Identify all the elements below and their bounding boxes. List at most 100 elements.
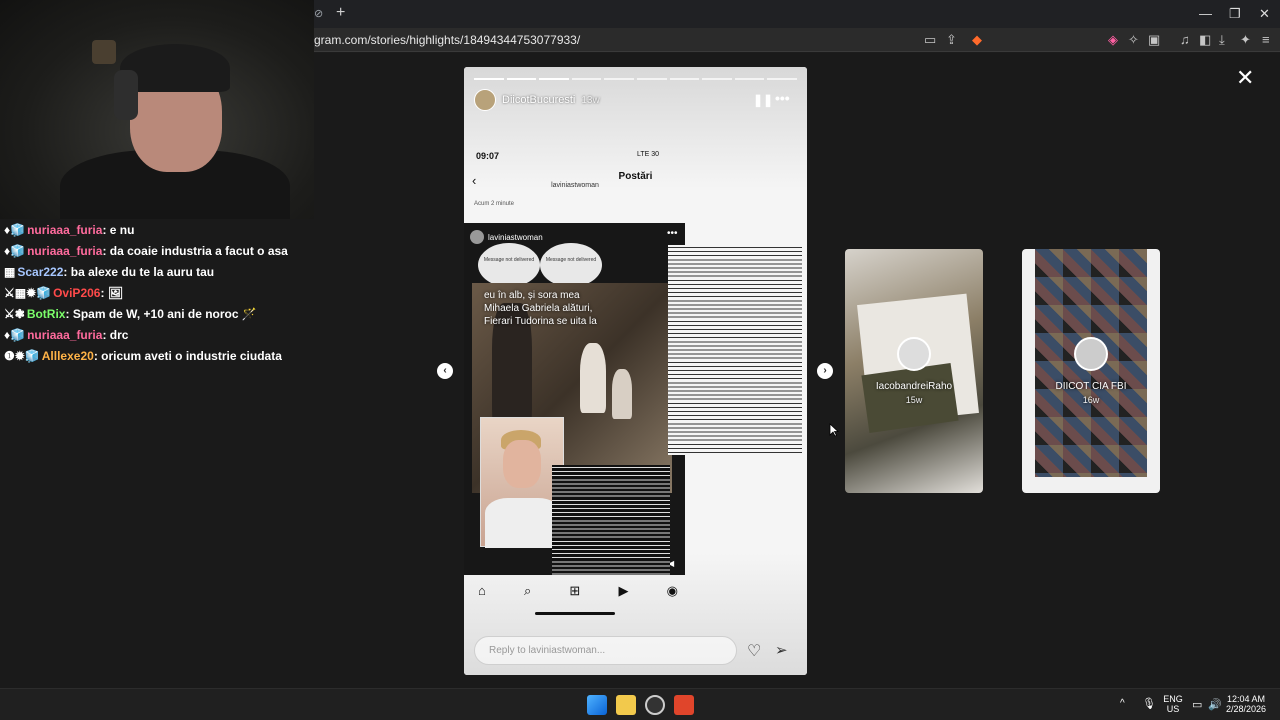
posts-subtitle: laviniastwoman [551,182,599,189]
tray-chevron-icon[interactable]: ^ [1120,698,1125,709]
next-story-button[interactable]: › [817,363,833,379]
new-tab-button[interactable]: + [336,4,345,22]
chat-separator: : [100,286,108,300]
prev-story-button[interactable]: ‹ [437,363,453,379]
wallet-icon[interactable]: ▣ [1148,32,1160,48]
chat-badges-icon: ♦🧊 [4,223,26,237]
windows-start-icon[interactable] [587,695,607,715]
story-card-iacobandrei[interactable]: IacobandreiRaho 15w [845,249,983,493]
profile-icon: ◉ [666,583,678,598]
chat-message: ♦🧊 nuriaaa_furia: drc [0,325,314,346]
chat-message: ❶✹🧊 Alllexe20: oricum aveti o industrie c… [0,346,314,367]
add-post-icon: ⊞ [569,583,581,598]
notification-bubble: Message not delivered [478,243,540,287]
extension-shield-icon[interactable]: ◈ [1108,32,1118,48]
chat-username[interactable]: Alllexe20 [42,349,94,363]
post-avatar [470,230,484,244]
extensions-icon[interactable]: ✧ [1128,32,1139,48]
mouse-cursor-icon [829,423,839,437]
post-text-column [668,245,802,455]
chat-message: ⚔❃ BotRix: Spam de W, +10 ani de noroc 🪄 [0,304,314,325]
chat-username[interactable]: nuriaaa_furia [27,223,102,237]
volume-icon[interactable]: 🔊 [1208,698,1222,711]
story-header: DiicotBucuresti 13w [474,89,600,111]
download-icon[interactable]: ⤓ [1219,32,1225,48]
tab-close-icon[interactable]: ⊘ [314,7,323,20]
chat-text: 🖼 [107,286,124,300]
obs-icon[interactable] [645,695,665,715]
brave-browser-icon[interactable] [674,695,694,715]
maximize-button[interactable]: ❐ [1229,6,1241,22]
chat-text: oricum aveti o industrie ciudata [101,349,282,363]
post-text-block [552,465,670,575]
chat-message: ⚔▦✹🧊 OviP206: 🖼 [0,283,314,304]
chat-badges-icon: ⚔❃ [4,307,25,321]
chat-message: ♦🧊 nuriaaa_furia: da coaie industria a fa… [0,241,314,262]
chat-username[interactable]: Scar222 [17,265,63,279]
heart-icon[interactable]: ♡ [747,641,761,661]
story-card-diicot[interactable]: DIICOT CIA FBI 16w [1022,249,1160,493]
chat-username[interactable]: OviP206 [53,286,100,300]
minimize-button[interactable]: — [1199,6,1212,21]
reply-input[interactable]: Reply to laviniastwoman... [474,636,737,665]
send-icon[interactable]: ➢ [775,641,788,659]
chat-separator: : [63,265,71,279]
media-icon[interactable]: ♫ [1180,32,1190,47]
card-username: IacobandreiRaho [875,381,953,392]
posts-time-ago: Acum 2 minute [474,201,515,207]
webcam-feed [0,0,314,219]
story-timestamp: 13w [581,94,600,106]
chat-separator: : [65,307,73,321]
post-account-name: laviniastwoman [488,233,543,242]
phone-status-right: LTE 30 [637,151,660,158]
story-frame[interactable]: DiicotBucuresti 13w ❚❚ ••• 09:07 LTE 30 … [464,67,807,675]
chat-message: ▦ Scar222: ba alexe du te la auru tau [0,262,314,283]
chat-text: ba alexe du te la auru tau [70,265,215,279]
close-window-button[interactable]: ✕ [1259,6,1270,22]
microphone-icon[interactable]: 🎙 [1142,697,1156,710]
taskbar: ^ 🎙 ENG US ▭ 🔊 12:04 AM 2/28/2026 [0,688,1280,720]
pause-icon[interactable]: ❚❚ [753,93,773,107]
home-icon: ⌂ [478,583,486,598]
avatar[interactable] [474,89,496,111]
chat-badges-icon: ♦🧊 [4,244,26,258]
leo-icon[interactable]: ✦ [1240,32,1251,48]
notification-bubble: Message not delivered [540,243,602,287]
more-options-icon[interactable]: ••• [775,90,790,106]
url-field[interactable]: gram.com/stories/highlights/184943447530… [314,33,580,47]
cast-icon[interactable]: ▭ [924,32,936,48]
card-time: 16w [1082,395,1100,405]
file-explorer-icon[interactable] [616,695,636,715]
chat-username[interactable]: nuriaaa_furia [27,244,102,258]
story-username[interactable]: DiicotBucuresti [502,94,575,106]
card-username: DIICOT CIA FBI [1055,381,1127,392]
search-icon: ⌕ [524,583,532,598]
story-progress [474,78,797,80]
brave-shield-icon[interactable]: ◆ [972,32,982,48]
language-indicator[interactable]: ENG US [1162,694,1184,714]
post-more-icon: ••• [667,228,678,239]
phone-nav-bar: ⌂ ⌕ ⊞ ▶ ◉ [478,583,678,599]
chat-badges-icon: ⚔▦✹🧊 [4,286,52,300]
chat-username[interactable]: BotRix [27,307,66,321]
reels-icon: ▶ [618,583,629,598]
menu-icon[interactable]: ≡ [1262,32,1270,47]
network-icon[interactable]: ▭ [1192,698,1202,711]
clock[interactable]: 12:04 AM 2/28/2026 [1226,694,1266,714]
photo-caption: eu în alb, și sora mea Mihaela Gabriela … [484,290,597,327]
stream-chat: ♦🧊 nuriaaa_furia: e nu ♦🧊 nuriaaa_furia: da… [0,220,314,367]
chat-message: ♦🧊 nuriaaa_furia: e nu [0,220,314,241]
sidebar-icon[interactable]: ◧ [1199,32,1211,48]
share-icon[interactable]: ⇪ [946,32,957,48]
chat-separator: : [102,223,110,237]
avatar [1074,337,1108,371]
chat-username[interactable]: nuriaaa_furia [27,328,102,342]
posts-title: Postări [618,171,653,182]
chat-text: Spam de W, +10 ani de noroc 🪄 [72,307,257,321]
chat-badges-icon: ❶✹🧊 [4,349,40,363]
phone-time: 09:07 [476,151,500,161]
chat-text: e nu [109,223,135,237]
card-time: 15w [905,395,923,405]
chat-text: da coaie industria a facut o asa [109,244,288,258]
close-icon[interactable]: ✕ [1236,67,1254,89]
